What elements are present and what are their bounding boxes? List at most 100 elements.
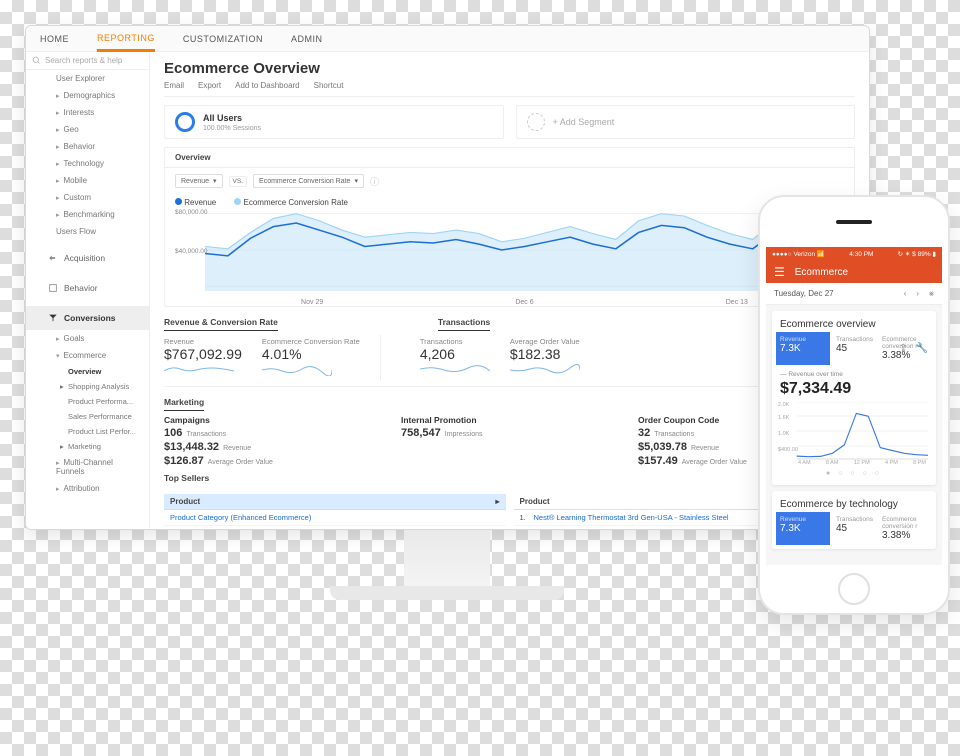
stats-head-right: Transactions [438,317,490,331]
stat-label: Transactions [420,337,490,346]
sidebar-behavior[interactable]: Behavior [26,276,149,300]
nav-home[interactable]: HOME [40,27,69,50]
page-actions: Email Export Add to Dashboard Shortcut [164,81,855,97]
stat-label: Ecommerce Conversion Rate [262,337,360,346]
action-add-dashboard[interactable]: Add to Dashboard [235,81,300,90]
sidebar-geo[interactable]: Geo [26,121,149,138]
tab-overview[interactable]: Overview [165,148,854,168]
phone-stat-ecr[interactable]: Ecommerce conversion r 3.38% [882,516,928,541]
search-placeholder: Search reports & help [45,56,122,65]
sidebar-ecom-product-list[interactable]: Product List Perfor... [26,424,149,439]
stat-label: Average Order Value [510,337,580,346]
legend-revenue: Revenue [184,198,216,207]
phone-stat-transactions[interactable]: Transactions 45 [826,516,882,541]
sidebar-ecom-overview[interactable]: Overview [26,364,149,379]
sparkline [164,362,234,376]
nav-customization[interactable]: CUSTOMIZATION [183,27,263,50]
sparkline [420,362,490,376]
wrench-icon[interactable]: 🔧 [916,343,928,354]
chevron-right-icon: ▸ [495,497,499,506]
main-chart: $80,000.00 $40,000.00 [165,209,854,297]
phone-date-row: Tuesday, Dec 27 ‹ › ⨳ [766,283,942,305]
add-segment-circle-icon [527,113,545,131]
nav-admin[interactable]: ADMIN [291,27,323,50]
phone-status-bar: ●●●●○ Verizon 📶 4:30 PM ↻ ✶ $ 89% ▮ [766,247,942,261]
sidebar-interests[interactable]: Interests [26,104,149,121]
sidebar-conversions[interactable]: Conversions [26,306,149,330]
hamburger-icon[interactable]: ☰ [774,265,785,279]
phone-frame: ●●●●○ Verizon 📶 4:30 PM ↻ ✶ $ 89% ▮ ☰ Ec… [758,195,950,615]
sidebar-technology[interactable]: Technology [26,155,149,172]
sparkline [262,362,332,376]
sidebar-attribution[interactable]: Attribution [26,480,149,497]
sidebar-users-flow[interactable]: Users Flow [26,223,149,240]
phone-stat-revenue[interactable]: Revenue 7.3K [776,332,830,365]
sidebar-multi-channel[interactable]: Multi-Channel Funnels [26,454,149,480]
phone-rev-total: $7,334.49 [780,380,928,398]
sidebar-ecom-shopping[interactable]: ▸ Shopping Analysis [26,379,149,394]
phone-stat-transactions[interactable]: Transactions 45 [826,336,882,361]
vs-label: VS. [229,176,247,187]
phone-app-bar: ☰ Ecommerce [766,261,942,283]
sidebar-acquisition[interactable]: Acquisition [26,246,149,270]
phone-home-button[interactable] [838,573,870,605]
x-tick: Dec 6 [515,299,533,306]
sidebar-behavior-sub[interactable]: Behavior [26,138,149,155]
top-sellers-left-header[interactable]: Product ▸ [164,494,506,510]
stat-value-revenue: $767,092.99 [164,346,242,362]
mkt-promo-title: Internal Promotion [401,415,618,425]
phone-stat-revenue[interactable]: Revenue 7.3K [776,512,830,545]
action-shortcut[interactable]: Shortcut [314,81,344,90]
segment-add[interactable]: + Add Segment [516,105,856,139]
segment-sub: 100.00% Sessions [203,125,261,132]
stat-value-transactions: 4,206 [420,346,490,362]
card-title: Ecommerce by technology [780,499,928,510]
segment-all-users[interactable]: All Users 100.00% Sessions [164,105,504,139]
prev-day-icon[interactable]: ‹ [904,289,907,299]
dropdown-secondary-metric[interactable]: Ecommerce Conversion Rate▾ [253,174,364,188]
phone-date: Tuesday, Dec 27 [774,289,834,298]
sidebar: Search reports & help User Explorer Demo… [26,52,150,529]
phone-app-title: Ecommerce [795,267,848,278]
next-day-icon[interactable]: › [916,289,919,299]
search-icon [32,56,41,65]
nav-reporting[interactable]: REPORTING [97,26,155,52]
segment-title: All Users [203,113,261,123]
sidebar-benchmarking[interactable]: Benchmarking [26,206,149,223]
x-tick: Dec 13 [726,299,748,306]
filter-icon[interactable]: ⨳ [929,289,934,299]
page-dots[interactable]: ● ○ ○ ○ ○ [780,470,928,477]
sidebar-ecom-sales-perf[interactable]: Sales Performance [26,409,149,424]
stat-label: Revenue [164,337,242,346]
sidebar-ecommerce[interactable]: Ecommerce [26,347,149,364]
phone-speaker [836,220,872,224]
top-sellers-link[interactable]: Product Brand [164,526,506,529]
x-tick: Nov 29 [301,299,323,306]
monitor-base [330,586,564,600]
phone-screen: ●●●●○ Verizon 📶 4:30 PM ↻ ✶ $ 89% ▮ ☰ Ec… [766,247,942,565]
sidebar-ecom-product-perf[interactable]: Product Performa... [26,394,149,409]
options-icon[interactable]: ⓘ [370,175,379,188]
action-export[interactable]: Export [198,81,221,90]
conversions-icon [48,313,58,323]
phone-card-overview: Ecommerce overview Revenue 7.3K Transact… [772,311,936,485]
marketing-head: Marketing [164,397,204,411]
sidebar-ecom-marketing[interactable]: ▸ Marketing [26,439,149,454]
top-sellers-link[interactable]: Product Category (Enhanced Ecommerce) [164,510,506,526]
stat-value-aov: $182.38 [510,346,580,362]
search-box[interactable]: Search reports & help [26,52,149,70]
sidebar-custom[interactable]: Custom [26,189,149,206]
mkt-campaigns-title: Campaigns [164,415,381,425]
share-icon[interactable]: ⇪ [899,343,907,354]
stat-value-ecr: 4.01% [262,346,360,362]
sidebar-goals[interactable]: Goals [26,330,149,347]
sidebar-mobile[interactable]: Mobile [26,172,149,189]
action-email[interactable]: Email [164,81,184,90]
sidebar-user-explorer[interactable]: User Explorer [26,70,149,87]
sidebar-demographics[interactable]: Demographics [26,87,149,104]
dropdown-primary-metric[interactable]: Revenue▾ [175,174,223,188]
legend-ecr: Ecommerce Conversion Rate [244,198,348,207]
monitor-stand [404,530,490,586]
top-sellers-head: Top Sellers [164,473,209,486]
chevron-down-icon: ▾ [213,177,217,185]
